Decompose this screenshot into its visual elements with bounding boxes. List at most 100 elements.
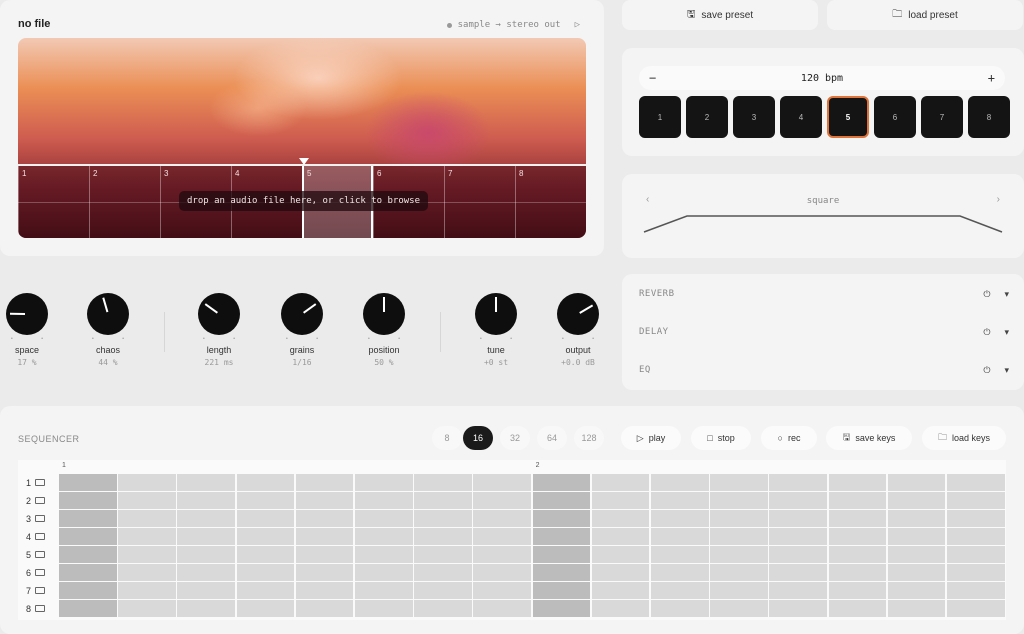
- length-button-32[interactable]: 32: [500, 426, 530, 450]
- step-cell[interactable]: [355, 474, 413, 491]
- stop-button[interactable]: □ stop: [691, 426, 751, 450]
- step-cell[interactable]: [473, 582, 532, 599]
- knob-dial[interactable]: [198, 293, 240, 335]
- knob-tune[interactable]: • • tune +0 st: [455, 293, 537, 367]
- pad-button[interactable]: 5: [827, 96, 869, 138]
- step-cell[interactable]: [59, 528, 117, 545]
- bpm-increase-button[interactable]: +: [988, 71, 995, 85]
- step-cell[interactable]: [118, 564, 176, 581]
- knob-grains[interactable]: • • grains 1/16: [261, 293, 343, 367]
- step-cell[interactable]: [591, 582, 650, 599]
- step-cell[interactable]: [769, 546, 828, 563]
- pad-button[interactable]: 2: [686, 96, 728, 138]
- step-cell[interactable]: [236, 510, 295, 527]
- step-cell[interactable]: [828, 546, 887, 563]
- knob-length[interactable]: • • length 221 ms: [178, 293, 260, 367]
- step-cell[interactable]: [355, 546, 413, 563]
- step-cell[interactable]: [59, 474, 117, 491]
- step-cell[interactable]: [177, 492, 236, 509]
- step-cell[interactable]: [651, 600, 709, 617]
- step-cell[interactable]: [532, 546, 591, 563]
- step-cell[interactable]: [177, 546, 236, 563]
- keyboard-icon[interactable]: [35, 479, 46, 486]
- step-cell[interactable]: [828, 564, 887, 581]
- step-cell[interactable]: [473, 546, 532, 563]
- slice-region[interactable]: 8: [515, 166, 586, 238]
- save-keys-button[interactable]: 🖫 save keys: [826, 426, 912, 450]
- chevron-down-icon[interactable]: ▾: [1004, 327, 1009, 338]
- step-cell[interactable]: [59, 510, 117, 527]
- step-cell[interactable]: [651, 492, 709, 509]
- slice-region[interactable]: 2: [89, 166, 160, 238]
- step-cell[interactable]: [947, 582, 1005, 599]
- pad-button[interactable]: 1: [639, 96, 681, 138]
- step-cell[interactable]: [887, 564, 946, 581]
- play-button[interactable]: ▷ play: [621, 426, 681, 450]
- step-cell[interactable]: [591, 564, 650, 581]
- step-cell[interactable]: [118, 546, 176, 563]
- step-cell[interactable]: [828, 528, 887, 545]
- pad-button[interactable]: 6: [874, 96, 916, 138]
- step-cell[interactable]: [295, 600, 354, 617]
- step-cell[interactable]: [295, 546, 354, 563]
- step-cell[interactable]: [591, 528, 650, 545]
- step-cell[interactable]: [591, 600, 650, 617]
- step-cell[interactable]: [710, 510, 768, 527]
- keyboard-icon[interactable]: [35, 533, 46, 540]
- step-cell[interactable]: [236, 492, 295, 509]
- step-cell[interactable]: [532, 582, 591, 599]
- step-cell[interactable]: [710, 600, 768, 617]
- length-button-8[interactable]: 8: [432, 426, 462, 450]
- step-cell[interactable]: [828, 600, 887, 617]
- step-cell[interactable]: [177, 528, 236, 545]
- step-cell[interactable]: [355, 582, 413, 599]
- step-cell[interactable]: [769, 510, 828, 527]
- step-cell[interactable]: [355, 492, 413, 509]
- step-cell[interactable]: [710, 582, 768, 599]
- record-button[interactable]: ○ rec: [761, 426, 817, 450]
- step-cell[interactable]: [710, 528, 768, 545]
- step-cell[interactable]: [591, 510, 650, 527]
- knob-dial[interactable]: [6, 293, 48, 335]
- step-cell[interactable]: [236, 474, 295, 491]
- step-cell[interactable]: [414, 600, 472, 617]
- step-cell[interactable]: [532, 510, 591, 527]
- step-cell[interactable]: [414, 492, 472, 509]
- knob-dial[interactable]: [363, 293, 405, 335]
- keyboard-icon[interactable]: [35, 551, 46, 558]
- step-cell[interactable]: [769, 564, 828, 581]
- keyboard-icon[interactable]: [35, 497, 46, 504]
- step-cell[interactable]: [532, 564, 591, 581]
- step-cell[interactable]: [710, 474, 768, 491]
- step-cell[interactable]: [59, 600, 117, 617]
- step-cell[interactable]: [769, 528, 828, 545]
- step-cell[interactable]: [710, 564, 768, 581]
- step-cell[interactable]: [887, 546, 946, 563]
- step-cell[interactable]: [355, 600, 413, 617]
- step-cell[interactable]: [947, 546, 1005, 563]
- step-cell[interactable]: [118, 510, 176, 527]
- step-cell[interactable]: [414, 474, 472, 491]
- chevron-down-icon[interactable]: ▾: [1004, 289, 1009, 300]
- step-cell[interactable]: [828, 582, 887, 599]
- step-cell[interactable]: [414, 564, 472, 581]
- step-cell[interactable]: [532, 492, 591, 509]
- step-cell[interactable]: [769, 492, 828, 509]
- step-cell[interactable]: [828, 474, 887, 491]
- step-cell[interactable]: [887, 474, 946, 491]
- step-cell[interactable]: [651, 474, 709, 491]
- step-cell[interactable]: [236, 600, 295, 617]
- fx-row-reverb[interactable]: REVERB ⏻ ▾: [639, 284, 1009, 304]
- knob-dial[interactable]: [281, 293, 323, 335]
- step-cell[interactable]: [473, 492, 532, 509]
- step-cell[interactable]: [295, 582, 354, 599]
- power-icon[interactable]: ⏻: [983, 365, 990, 376]
- step-cell[interactable]: [118, 474, 176, 491]
- row-label[interactable]: 2: [26, 492, 60, 509]
- row-label[interactable]: 7: [26, 582, 60, 599]
- load-preset-button[interactable]: 🗀 load preset: [827, 0, 1023, 30]
- playhead-marker-icon[interactable]: [299, 158, 309, 165]
- step-cell[interactable]: [236, 546, 295, 563]
- length-button-128[interactable]: 128: [574, 426, 604, 450]
- power-icon[interactable]: ⏻: [983, 289, 990, 300]
